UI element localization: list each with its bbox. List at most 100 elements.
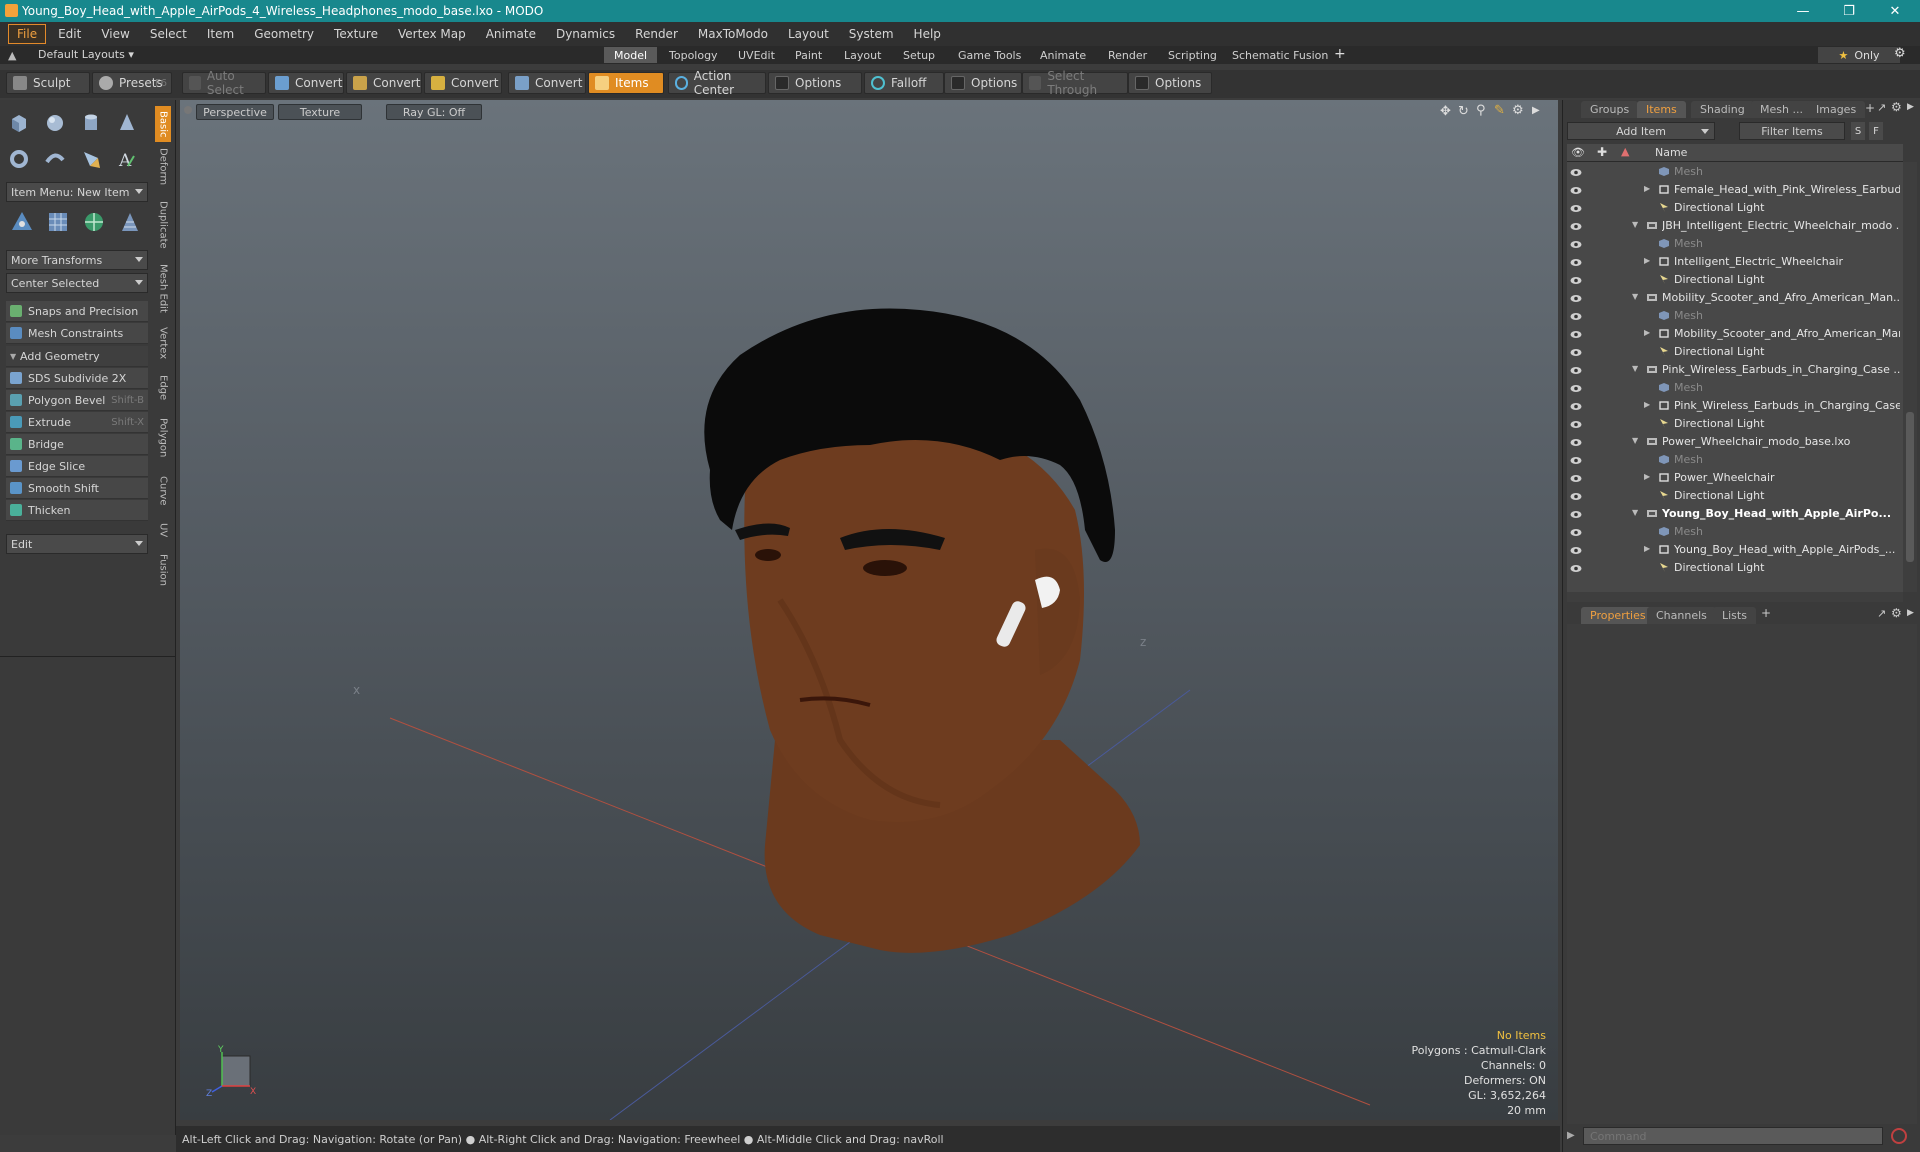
restore-icon[interactable]: ❐ [1826,0,1872,22]
tab-layout[interactable]: Layout [834,47,891,63]
expand-down-icon[interactable]: ▼ [1632,364,1638,373]
tab-channels[interactable]: Channels [1647,607,1716,624]
tab-schematic-fusion[interactable]: Schematic Fusion [1222,47,1338,63]
falloff-button[interactable]: Falloff [864,72,944,94]
menu-vertex-map[interactable]: Vertex Map [390,25,474,43]
expand-right-icon[interactable]: ▶ [1644,256,1650,265]
vtab-basic[interactable]: Basic [155,106,171,142]
presets-button[interactable]: Presets F6 [92,72,172,94]
tab-scripting[interactable]: Scripting [1158,47,1227,63]
panel-gear-icon[interactable]: ⚙ [1891,606,1902,620]
eye-icon[interactable] [1570,365,1582,374]
tree-row[interactable]: Directional Light [1566,343,1902,361]
expand-down-icon[interactable]: ▼ [1632,220,1638,229]
eye-icon[interactable] [1570,383,1582,392]
options-checkbox[interactable] [1135,76,1149,90]
gear-icon[interactable]: ⚙ [1894,46,1906,61]
menu-layout[interactable]: Layout [780,25,837,43]
menu-system[interactable]: System [841,25,902,43]
eye-icon[interactable] [1570,329,1582,338]
rotate-globe-icon[interactable] [78,206,110,238]
vtab-duplicate[interactable]: Duplicate [155,194,171,256]
tab-animate[interactable]: Animate [1030,47,1096,63]
eye-icon[interactable] [1570,437,1582,446]
vtab-uv[interactable]: UV [155,516,171,544]
maximize-icon[interactable]: ↗ [1877,101,1886,114]
text-icon[interactable]: A [112,144,142,174]
edit-dropdown[interactable]: Edit [6,534,148,554]
vtab-polygon[interactable]: Polygon [155,410,171,466]
tab-setup[interactable]: Setup [893,47,945,63]
tab-game-tools[interactable]: Game Tools [948,47,1031,63]
bridge-button[interactable]: Bridge [6,434,148,455]
snaps-precision-button[interactable]: Snaps and Precision [6,301,148,322]
transform-icon[interactable] [6,206,38,238]
convert-button-1[interactable]: Convert [268,72,344,94]
eye-icon[interactable] [1570,311,1582,320]
tab-images[interactable]: Images [1807,101,1866,118]
tab-items[interactable]: Items [1637,101,1686,118]
action-center-button[interactable]: Action Center [668,69,766,97]
items-mode-button[interactable]: Items [588,72,664,94]
menu-item[interactable]: Item [199,25,242,43]
eye-icon[interactable] [1570,419,1582,428]
3d-viewport[interactable]: Perspective Texture Ray GL: Off ✥ ↻ ⚲ ✎ … [180,100,1558,1120]
eye-icon[interactable] [1570,203,1582,212]
tree-row[interactable]: Mesh [1566,379,1902,397]
default-layouts-dropdown[interactable]: Default Layouts ▾ [38,48,134,61]
menu-view[interactable]: View [93,25,137,43]
tree-row[interactable]: ▶ Intelligent_Electric_Wheelchair [1566,253,1902,271]
tree-row[interactable]: Mesh [1566,451,1902,469]
polygon-bevel-button[interactable]: Polygon Bevel Shift-B [6,390,148,411]
tab-shading[interactable]: Shading [1691,101,1754,118]
type-column-icon[interactable]: ▲ [1621,145,1629,158]
tree-row[interactable]: ▼ JBH_Intelligent_Electric_Wheelchair_mod… [1566,217,1902,235]
menu-render[interactable]: Render [627,25,686,43]
eye-icon[interactable] [1570,491,1582,500]
eye-icon[interactable] [1570,455,1582,464]
sphere-icon[interactable] [40,108,70,138]
record-icon[interactable] [1891,1128,1907,1144]
auto-select-button[interactable]: Auto Select [182,69,266,97]
item-menu-dropdown[interactable]: Item Menu: New Item [6,182,148,202]
convert-button-2[interactable]: Convert [346,72,422,94]
options-button-1[interactable]: Options [768,72,862,94]
pen-icon[interactable] [76,144,106,174]
filter-items-input[interactable]: Filter Items [1739,122,1845,140]
eye-icon[interactable] [1570,239,1582,248]
vtab-curve[interactable]: Curve [155,468,171,514]
extrude-button[interactable]: Extrude Shift-X [6,412,148,433]
cylinder-icon[interactable] [76,108,106,138]
tree-row[interactable]: Directional Light [1566,271,1902,289]
eye-icon[interactable] [1570,347,1582,356]
name-column-header[interactable]: Name [1655,146,1687,159]
eye-icon[interactable] [1570,545,1582,554]
expand-down-icon[interactable]: ▼ [1632,436,1638,445]
vtab-fusion[interactable]: Fusion [155,546,171,594]
layout-arrows-icon[interactable]: ▲ [8,49,16,62]
f-toggle[interactable]: F [1869,122,1883,140]
tab-model[interactable]: Model [604,47,658,63]
convert-button-3[interactable]: Convert [424,72,502,94]
add-tab-icon[interactable]: + [1761,606,1771,620]
tree-row[interactable]: ▶ Power_Wheelchair [1566,469,1902,487]
tree-row[interactable]: Mesh [1566,523,1902,541]
tab-groups[interactable]: Groups [1581,101,1639,118]
convert-button-4[interactable]: Convert [508,72,586,94]
tab-render[interactable]: Render [1098,47,1157,63]
vtab-mesh-edit[interactable]: Mesh Edit [155,258,171,318]
smooth-shift-button[interactable]: Smooth Shift [6,478,148,499]
eye-icon[interactable] [1570,509,1582,518]
add-geometry-header[interactable]: ▼ Add Geometry [6,346,148,367]
tree-row[interactable]: Directional Light [1566,559,1902,577]
expand-right-icon[interactable]: ▶ [1644,328,1650,337]
tab-uvedit[interactable]: UVEdit [728,47,785,63]
menu-select[interactable]: Select [142,25,195,43]
thicken-button[interactable]: Thicken [6,500,148,521]
add-item-dropdown[interactable]: Add Item [1567,122,1715,140]
select-through-button[interactable]: Select Through [1022,69,1128,97]
expand-right-icon[interactable]: ▶ [1644,472,1650,481]
eye-icon[interactable] [1570,185,1582,194]
cone-icon[interactable] [112,108,142,138]
grid-icon[interactable] [42,206,74,238]
